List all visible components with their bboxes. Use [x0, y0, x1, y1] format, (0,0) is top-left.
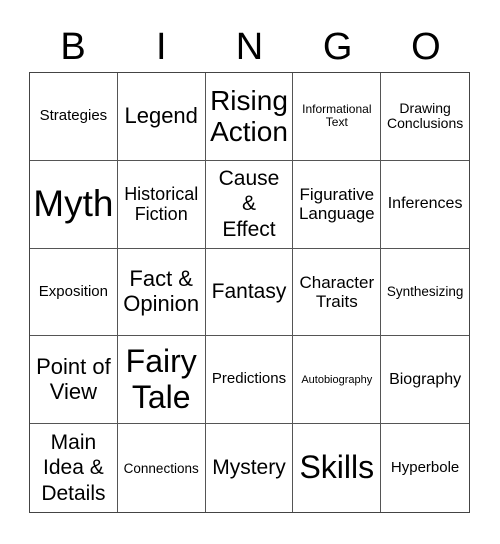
- bingo-cell[interactable]: Mystery: [206, 424, 294, 512]
- bingo-board: Strategies Legend Rising Action Informat…: [29, 72, 470, 513]
- bingo-cell[interactable]: Fact & Opinion: [117, 248, 206, 337]
- bingo-cell[interactable]: Synthesizing: [381, 249, 469, 337]
- bingo-cell[interactable]: Point of View: [30, 336, 118, 425]
- bingo-cell[interactable]: Strategies: [30, 73, 118, 161]
- header-letter-n: N: [235, 26, 264, 68]
- bingo-cell[interactable]: Main Idea & Details: [30, 424, 118, 512]
- header-letter-i: I: [156, 26, 167, 68]
- bingo-cell[interactable]: Character Traits: [293, 248, 382, 337]
- bingo-cell[interactable]: Predictions: [205, 336, 294, 425]
- bingo-cell[interactable]: Cause & Effect: [205, 160, 294, 249]
- bingo-cell[interactable]: Informational Text: [293, 73, 382, 161]
- bingo-cell[interactable]: Myth: [30, 160, 118, 249]
- bingo-cell[interactable]: Fantasy: [205, 248, 294, 337]
- bingo-header: B I N G O: [29, 22, 470, 72]
- bingo-cell[interactable]: Drawing Conclusions: [381, 73, 469, 161]
- header-letter-o: O: [411, 26, 441, 68]
- bingo-cell[interactable]: Exposition: [30, 248, 118, 337]
- bingo-cell[interactable]: Historical Fiction: [117, 160, 206, 249]
- bingo-cell[interactable]: Inferences: [381, 161, 469, 249]
- bingo-cell[interactable]: Hyperbole: [381, 424, 469, 512]
- bingo-cell[interactable]: Legend: [117, 73, 206, 161]
- bingo-cell[interactable]: Skills: [293, 424, 382, 512]
- header-letter-b: B: [60, 26, 86, 68]
- bingo-cell[interactable]: Figurative Language: [293, 160, 382, 249]
- bingo-cell[interactable]: Autobiography: [293, 336, 382, 425]
- header-letter-g: G: [322, 26, 353, 68]
- bingo-cell[interactable]: Rising Action: [205, 73, 294, 161]
- bingo-cell[interactable]: Connections: [118, 424, 206, 512]
- bingo-cell[interactable]: Biography: [381, 336, 469, 425]
- bingo-cell[interactable]: Fairy Tale: [117, 336, 206, 425]
